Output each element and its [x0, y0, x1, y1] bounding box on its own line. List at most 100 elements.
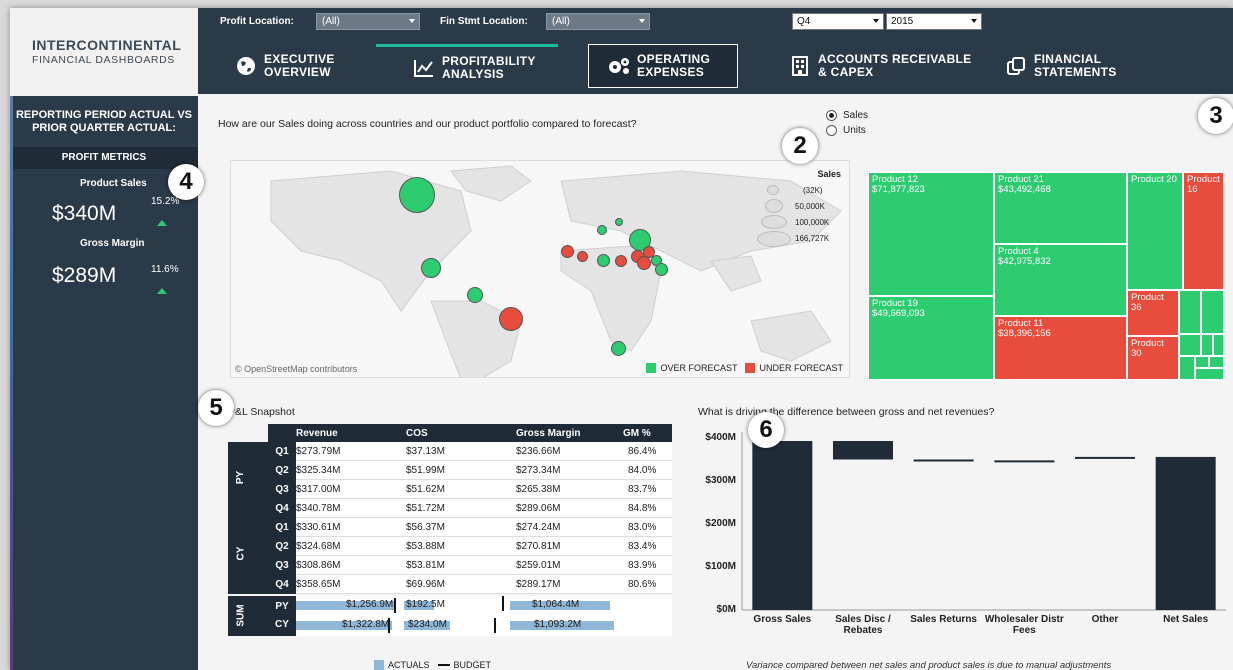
treemap-cell[interactable]: Product 21 $43,492,468	[994, 172, 1127, 244]
legend-budget-label: BUDGET	[453, 660, 492, 670]
treemap-cell[interactable]: Product 20	[1127, 172, 1183, 290]
chevron-down-icon	[873, 19, 879, 23]
waterfall-title: What is driving the difference between g…	[698, 406, 995, 418]
cell-rev: $358.65M	[296, 579, 341, 590]
map-bubble[interactable]	[421, 258, 441, 278]
legend-actuals-swatch	[374, 660, 384, 670]
treemap-cell[interactable]: Product 30	[1127, 336, 1179, 380]
size-legend-circle	[761, 215, 787, 229]
map-bubble[interactable]	[561, 245, 574, 258]
legend-swatch-over	[646, 363, 657, 373]
treemap-cell[interactable]	[1195, 356, 1209, 368]
treemap-value: $42,975,832	[998, 256, 1051, 267]
cell-rev: $308.86M	[296, 560, 341, 571]
treemap-cell[interactable]: Product 36	[1127, 290, 1179, 336]
sum-cy-gm: $1,093.2M	[534, 619, 582, 630]
size-legend: Sales (32K) 50,000K 100,000K 166,727K	[757, 169, 841, 247]
size-legend-item: 100,000K	[795, 218, 830, 227]
waterfall-bar[interactable]	[1155, 456, 1216, 610]
treemap-cell[interactable]	[1209, 356, 1224, 368]
annotation-badge: 4	[168, 164, 204, 200]
cell-rev: $324.68M	[296, 541, 341, 552]
fin-stmt-location-select[interactable]: (All)	[546, 13, 650, 30]
cell-cos: $51.99M	[406, 465, 445, 476]
map-bubble[interactable]	[499, 307, 523, 331]
group-sum-label: SUM	[235, 604, 247, 627]
map-bubble[interactable]	[467, 287, 483, 303]
treemap-cell[interactable]	[1201, 290, 1224, 334]
main-content: How are our Sales doing across countries…	[168, 94, 1233, 670]
map-bubble[interactable]	[615, 218, 623, 226]
cell-pct: 84.8%	[628, 503, 657, 514]
waterfall-bar[interactable]	[833, 441, 893, 460]
line-chart-icon	[412, 56, 436, 80]
cell-cos: $51.72M	[406, 503, 445, 514]
y-tick-label: $300M	[705, 475, 736, 486]
waterfall-bar[interactable]	[994, 460, 1055, 463]
cell-rev: $325.34M	[296, 465, 341, 476]
globe-icon	[234, 54, 258, 78]
treemap-cell[interactable]	[1195, 368, 1224, 380]
tab-label-line2: EXPENSES	[637, 65, 705, 79]
tab-executive-overview[interactable]: EXECUTIVE OVERVIEW	[234, 44, 335, 88]
map-bubble[interactable]	[399, 177, 435, 213]
treemap-cell[interactable]: Product 4 $42,975,832	[994, 244, 1127, 316]
treemap-cell[interactable]: Product 16	[1183, 172, 1224, 290]
size-legend-circle	[757, 231, 791, 247]
col-cos: COS	[406, 428, 428, 439]
treemap-cell[interactable]: Product 12 $71,877,823	[868, 172, 994, 296]
map-attribution[interactable]: © OpenStreetMap contributors	[235, 364, 357, 374]
radio-units[interactable]: Units	[826, 125, 866, 136]
col-revenue: Revenue	[296, 428, 338, 439]
waterfall-bar[interactable]	[752, 441, 813, 610]
x-tick-label: Sales Disc / Rebates	[835, 614, 891, 636]
cell-cos: $37.13M	[406, 446, 445, 457]
table-row: Q2 $325.34M $51.99M $273.34M 84.0%	[268, 461, 672, 480]
year-select[interactable]: 2015	[886, 13, 982, 30]
quarter-cell: Q1	[268, 518, 296, 537]
waterfall-bar[interactable]	[1075, 456, 1135, 459]
quarter-cell: Q4	[268, 499, 296, 518]
treemap-cell[interactable]	[1201, 334, 1213, 356]
x-tick-label: Other	[1091, 614, 1119, 625]
x-tick-label: Net Sales	[1163, 614, 1209, 625]
map-bubble[interactable]	[577, 251, 588, 262]
map-bubble[interactable]	[615, 255, 627, 267]
treemap-cell[interactable]	[1179, 356, 1195, 380]
treemap-value: $49,669,093	[872, 308, 925, 319]
treemap-cell[interactable]	[1213, 334, 1224, 356]
treemap-cell[interactable]	[1179, 290, 1201, 334]
map-bubble[interactable]	[655, 263, 668, 276]
sales-map[interactable]: Sales (32K) 50,000K 100,000K 166,727K © …	[230, 160, 850, 378]
radio-sales[interactable]: Sales	[826, 110, 868, 121]
waterfall-bar[interactable]	[913, 459, 974, 462]
y-tick-label: $100M	[705, 561, 736, 572]
profit-location-value: (All)	[322, 16, 340, 27]
profit-location-select[interactable]: (All)	[316, 13, 420, 30]
map-bubble[interactable]	[611, 341, 626, 356]
quarter-select[interactable]: Q4	[792, 13, 884, 30]
tab-operating-expenses[interactable]: OPERATING EXPENSES	[588, 44, 738, 88]
map-bubble[interactable]	[637, 256, 651, 270]
cell-gm: $274.24M	[516, 522, 561, 533]
brand-line2: FINANCIAL DASHBOARDS	[32, 54, 175, 66]
bar-budget	[494, 618, 496, 633]
col-gm-pct: GM %	[623, 428, 651, 439]
dashboard-window: INTERCONTINENTAL FINANCIAL DASHBOARDS RE…	[10, 8, 1233, 670]
cell-pct: 84.0%	[628, 465, 657, 476]
sum-side: PY CY	[268, 596, 296, 636]
col-gross-margin: Gross Margin	[516, 428, 581, 439]
cell-pct: 80.6%	[628, 579, 657, 590]
map-bubble[interactable]	[597, 225, 607, 235]
treemap-cell[interactable]	[1179, 334, 1201, 356]
table-row: Q3 $308.86M $53.81M $259.01M 83.9%	[268, 556, 672, 575]
tab-accounts-receivable[interactable]: ACCOUNTS RECEIVABLE & CAPEX	[788, 44, 972, 88]
treemap-cell[interactable]: Product 11 $38,396,156	[994, 316, 1127, 380]
tab-profitability-analysis[interactable]: PROFITABILITY ANALYSIS	[376, 44, 558, 88]
map-bubble[interactable]	[597, 254, 610, 267]
sum-cy-rev: $1,322.8M	[342, 619, 390, 630]
group-sum: SUM	[228, 596, 268, 636]
table-row: Q1 $330.61M $56.37M $274.24M 83.0%	[268, 518, 672, 537]
tab-financial-statements[interactable]: FINANCIAL STATEMENTS	[1004, 44, 1117, 88]
treemap-cell[interactable]: Product 19 $49,669,093	[868, 296, 994, 380]
